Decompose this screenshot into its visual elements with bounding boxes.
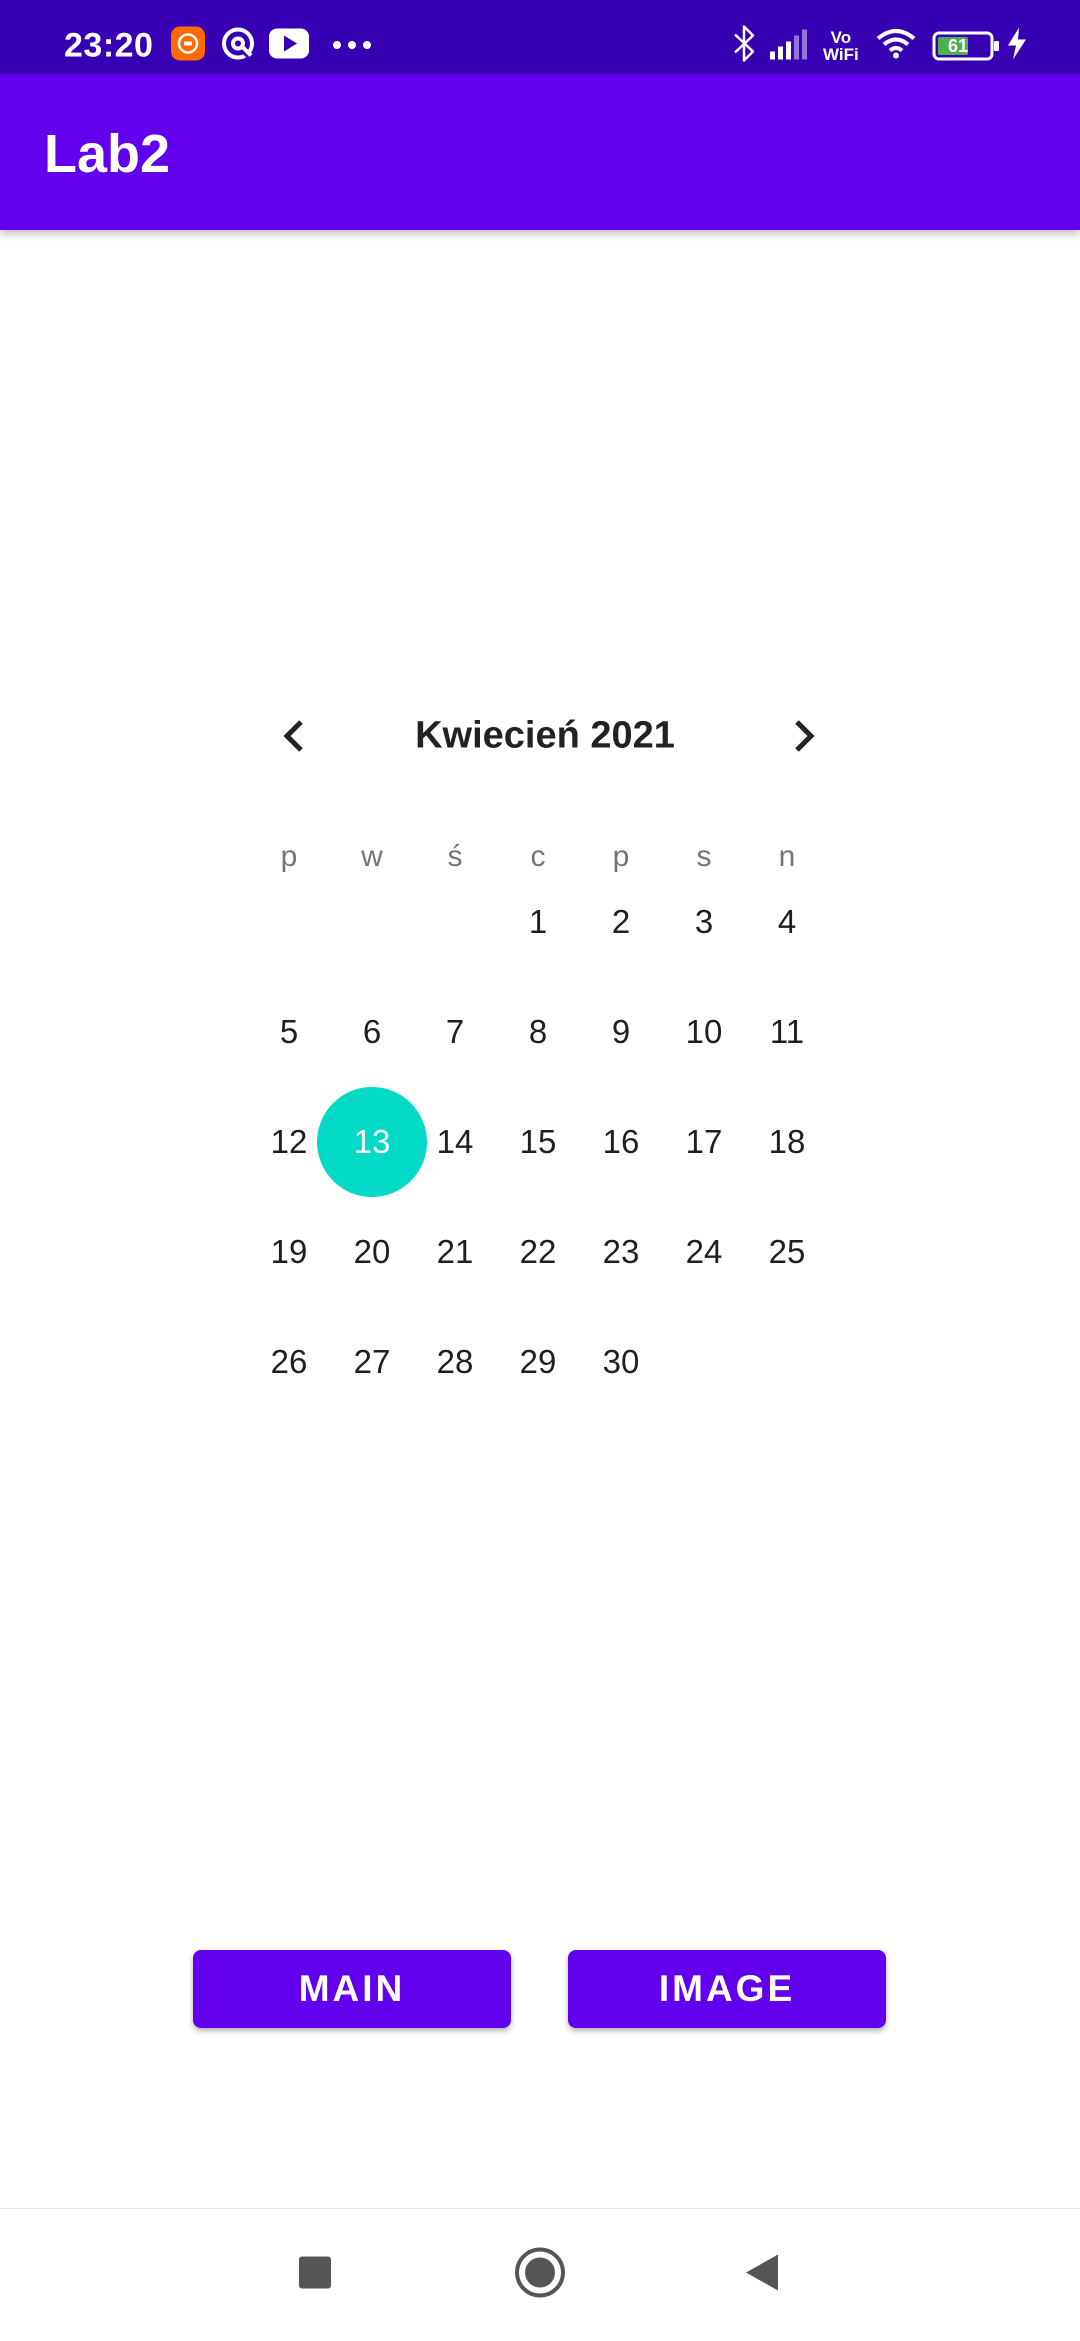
month-title: Kwiecień 2021 [415, 714, 675, 757]
at-sign-icon [220, 26, 256, 67]
vowifi-bottom-label: WiFi [823, 45, 859, 64]
wifi-icon [876, 28, 916, 65]
status-bar: 23:20 Vo WiFi 61 [0, 0, 1080, 74]
more-dots-icon [332, 37, 372, 55]
battery-icon: 61 [932, 30, 1002, 62]
back-triangle-icon[interactable] [744, 2253, 780, 2298]
calendar-header: Kwiecień 2021 [256, 690, 834, 782]
battery-level: 61 [948, 36, 969, 56]
day-cell[interactable]: 4 [732, 867, 842, 977]
day-cell[interactable]: 30 [566, 1307, 676, 1417]
weekday-label: p [280, 840, 298, 873]
chevron-right-icon [795, 720, 815, 752]
next-month-button[interactable] [774, 706, 834, 766]
vowifi-top-label: Vo [830, 28, 852, 47]
status-time: 23:20 [64, 26, 154, 65]
youtube-icon [269, 28, 309, 64]
image-button[interactable]: IMAGE [568, 1950, 886, 2028]
app-bar: Lab2 [0, 74, 1080, 230]
navigation-bar [0, 2208, 1080, 2341]
weekday-label: ś [447, 840, 463, 873]
bluetooth-icon [732, 25, 758, 68]
main-button[interactable]: MAIN [193, 1950, 511, 2028]
days-grid: 1 2 3 4 5 6 7 8 9 10 11 12 13 14 15 16 17 18 19 20 21 22 23 24 2… [256, 903, 834, 1462]
day-cell[interactable]: 11 [732, 977, 842, 1087]
day-cell[interactable]: 18 [732, 1087, 842, 1197]
day-cell[interactable]: 25 [732, 1197, 842, 1307]
charging-icon [1006, 27, 1028, 66]
vowifi-icon: Vo WiFi [823, 29, 859, 63]
weekday-label: w [361, 840, 383, 873]
app-title: Lab2 [44, 124, 171, 184]
mi-app-icon [170, 26, 206, 67]
calendar-view: Kwiecień 2021 pwścpsn 1 2 3 4 5 6 7 8 9 10 11 12 13 1… [256, 690, 834, 1380]
recents-square-icon[interactable] [298, 2256, 332, 2295]
home-circle-icon[interactable] [513, 2246, 567, 2305]
signal-icon [770, 28, 812, 65]
